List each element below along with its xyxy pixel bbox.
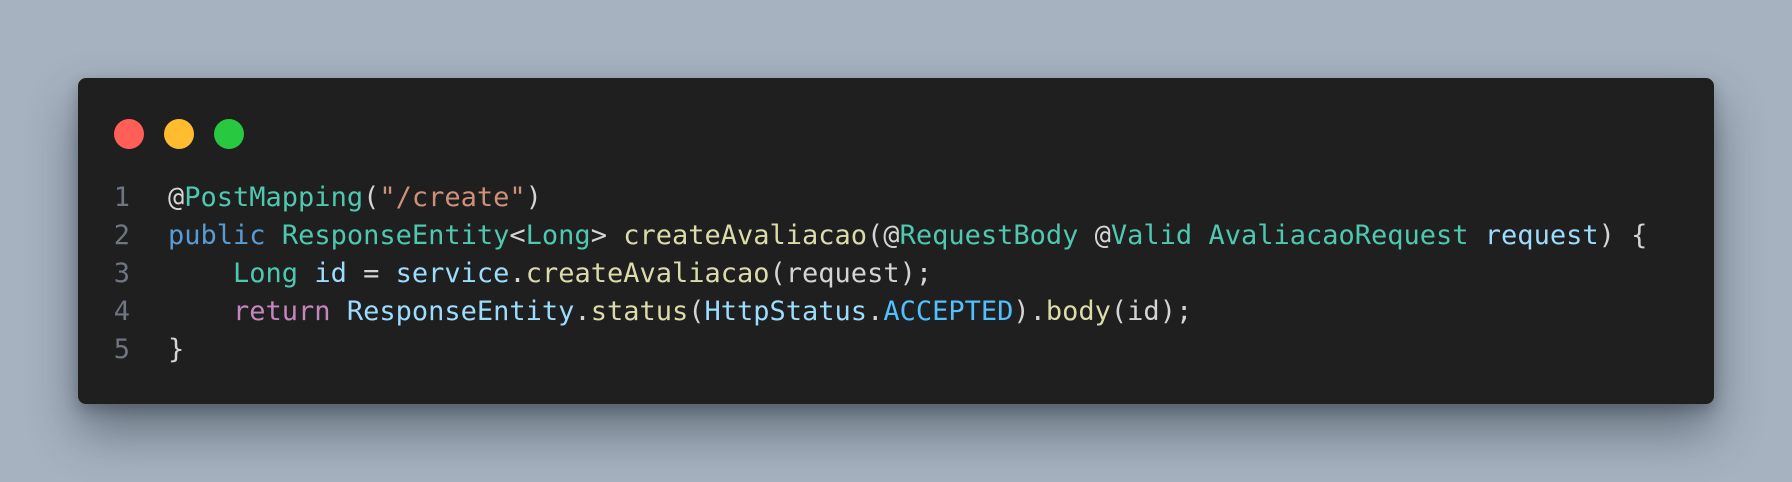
code-token: AvaliacaoRequest — [1208, 220, 1469, 251]
line-source: @PostMapping("/create") — [168, 179, 542, 217]
code-line: 4 return ResponseEntity.status(HttpStatu… — [78, 293, 1647, 331]
code-token: Valid — [1110, 220, 1193, 251]
zoom-dot-icon — [214, 119, 244, 149]
code-token: public — [168, 220, 266, 251]
code-token: @ — [1078, 220, 1111, 251]
code-token: request — [1484, 220, 1599, 251]
code-token: id — [314, 258, 347, 289]
code-line: 3 Long id = service.createAvaliacao(requ… — [78, 255, 1647, 293]
code-token: createAvaliacao — [623, 220, 868, 251]
code-token: (id); — [1110, 296, 1193, 327]
code-token: PostMapping — [184, 182, 364, 213]
line-number: 1 — [113, 182, 130, 213]
code-token: > — [590, 220, 624, 251]
code-line: 5} — [78, 331, 1647, 369]
code-token: (@ — [867, 220, 900, 251]
code-line: 2 public ResponseEntity<Long> createAvali… — [78, 217, 1648, 255]
line-source: Long id = service.createAvaliacao(reques… — [168, 255, 932, 293]
code-token: Long — [233, 258, 299, 289]
code-token: ( — [363, 182, 380, 213]
line-source: public ResponseEntity<Long> createAvalia… — [168, 217, 1647, 255]
line-number: 2 — [113, 220, 130, 251]
close-dot-icon — [114, 119, 144, 149]
code-token: } — [168, 334, 185, 365]
code-token: ResponseEntity — [346, 296, 575, 327]
window-controls — [114, 119, 244, 149]
code-token: ResponseEntity — [281, 220, 510, 251]
line-source: return ResponseEntity.status(HttpStatus.… — [168, 293, 1192, 331]
minimize-dot-icon — [164, 119, 194, 149]
line-source: } — [168, 331, 184, 369]
code-token: return — [233, 296, 331, 327]
code-window: 1 @PostMapping("/create") 2 public Response… — [78, 78, 1714, 404]
line-number: 5 — [113, 334, 130, 365]
code-token: RequestBody — [899, 220, 1079, 251]
code-token: ) { — [1598, 220, 1648, 251]
code-token: ACCEPTED — [883, 296, 1014, 327]
line-number: 4 — [113, 296, 130, 327]
code-token: Long — [525, 220, 591, 251]
code-token: . — [509, 258, 526, 289]
code-token: ) — [525, 182, 542, 213]
line-number: 3 — [113, 258, 130, 289]
code-token: "/create" — [379, 182, 526, 213]
code-token: body — [1045, 296, 1111, 327]
code-token: service — [395, 258, 510, 289]
code-token: < — [509, 220, 526, 251]
code-token: ). — [1013, 296, 1046, 327]
code-token: HttpStatus — [704, 296, 868, 327]
code-token: (request); — [769, 258, 933, 289]
code-token: createAvaliacao — [525, 258, 770, 289]
code-line: 1 @PostMapping("/create") — [78, 179, 1647, 217]
code-token: . — [574, 296, 591, 327]
code-token: @ — [168, 182, 185, 213]
code-token: . — [867, 296, 884, 327]
code-block: 1 @PostMapping("/create") 2 public Response… — [78, 179, 1648, 369]
code-token: ( — [688, 296, 705, 327]
code-token: = — [346, 258, 396, 289]
code-token: status — [590, 296, 689, 327]
